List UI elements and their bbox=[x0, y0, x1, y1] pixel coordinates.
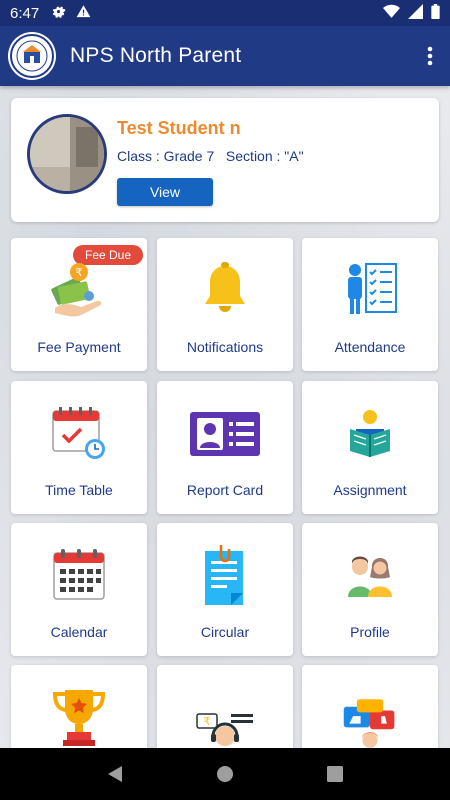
class-section-info: Class : Grade 7 Section : "A" bbox=[117, 148, 304, 164]
tile-notifications[interactable]: Notifications bbox=[157, 238, 293, 371]
profile-people-icon bbox=[340, 545, 400, 605]
calendar-icon bbox=[49, 545, 109, 605]
feedback-icon bbox=[340, 687, 400, 748]
report-card-icon bbox=[187, 403, 263, 463]
assignment-reading-icon bbox=[340, 403, 400, 463]
school-logo bbox=[8, 32, 56, 80]
attendance-checklist-icon bbox=[340, 260, 400, 320]
tile-fee-payment[interactable]: Fee Due ₹ Fee Payment bbox=[11, 238, 147, 371]
tile-label: Time Table bbox=[45, 482, 113, 498]
student-name: Test Student n bbox=[117, 118, 241, 138]
tile-label: Attendance bbox=[334, 339, 406, 355]
recents-icon[interactable] bbox=[315, 754, 355, 794]
tile-profile[interactable]: Profile bbox=[302, 523, 438, 656]
tile-calendar[interactable]: Calendar bbox=[11, 523, 147, 656]
home-icon[interactable] bbox=[205, 754, 245, 794]
tile-label: Profile bbox=[350, 624, 390, 640]
system-navigation-bar bbox=[0, 748, 450, 800]
wifi-icon bbox=[383, 4, 400, 23]
student-avatar[interactable] bbox=[27, 114, 107, 194]
fee-payment-icon: ₹ bbox=[49, 260, 109, 320]
app-bar: NPS North Parent bbox=[0, 26, 450, 86]
trophy-icon bbox=[49, 687, 109, 747]
status-bar: 6:47 bbox=[0, 0, 450, 26]
battery-icon bbox=[431, 3, 440, 23]
tile-label: Report Card bbox=[186, 482, 264, 498]
svg-text:₹: ₹ bbox=[204, 715, 211, 728]
back-icon[interactable] bbox=[95, 754, 135, 794]
svg-text:₹: ₹ bbox=[76, 266, 83, 279]
student-profile-card: Test Student n Class : Grade 7 Section :… bbox=[11, 98, 439, 222]
tile-label: Notifications bbox=[186, 339, 264, 355]
signal-icon bbox=[408, 3, 423, 23]
view-profile-button[interactable]: View bbox=[117, 178, 213, 206]
more-vert-icon[interactable] bbox=[418, 36, 442, 76]
tile-report-card[interactable]: Report Card bbox=[157, 381, 293, 514]
bell-icon bbox=[195, 260, 255, 320]
tile-circular[interactable]: Circular bbox=[157, 523, 293, 656]
tile-label: Fee Payment bbox=[37, 339, 121, 355]
settings-icon bbox=[51, 4, 66, 22]
tile-label: Circular bbox=[200, 624, 250, 640]
tile-label: Assignment bbox=[333, 482, 407, 498]
tile-assignment[interactable]: Assignment bbox=[302, 381, 438, 514]
status-time: 6:47 bbox=[10, 4, 40, 22]
tile-time-table[interactable]: Time Table bbox=[11, 381, 147, 514]
timetable-calendar-icon bbox=[49, 403, 109, 463]
warning-icon bbox=[76, 4, 91, 22]
app-title: NPS North Parent bbox=[70, 44, 242, 67]
tile-label: Calendar bbox=[50, 624, 108, 640]
circular-document-icon bbox=[195, 545, 255, 605]
tile-attendance[interactable]: Attendance bbox=[302, 238, 438, 371]
support-agent-icon: ₹ bbox=[195, 687, 255, 747]
